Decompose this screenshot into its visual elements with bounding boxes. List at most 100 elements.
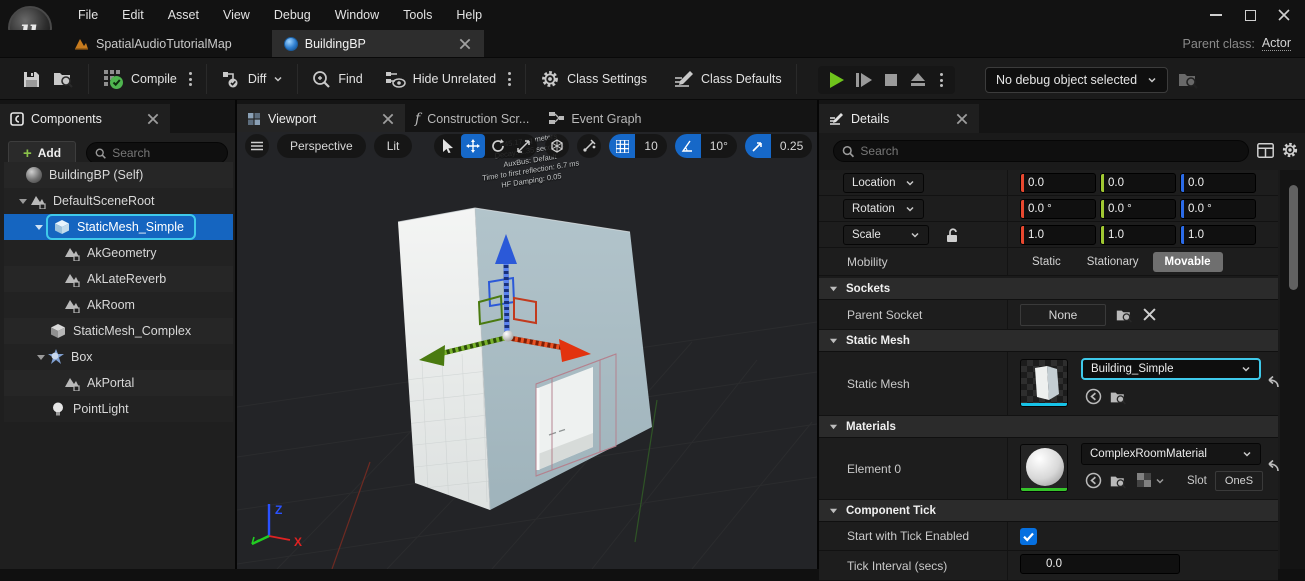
menu-help[interactable]: Help	[444, 0, 494, 30]
tree-row-pointlight[interactable]: PointLight	[4, 396, 233, 422]
components-search-input[interactable]	[112, 146, 219, 160]
details-search-input[interactable]	[860, 144, 1240, 158]
details-settings-gear-icon[interactable]	[1281, 141, 1299, 159]
rotation-x-field[interactable]: 0.0 °	[1020, 199, 1096, 219]
material-asset-dropdown[interactable]: ComplexRoomMaterial	[1081, 443, 1261, 465]
display-filter-icon[interactable]	[1257, 143, 1274, 158]
menu-tools[interactable]: Tools	[391, 0, 444, 30]
rotate-tool-button[interactable]	[486, 134, 510, 158]
menu-asset[interactable]: Asset	[156, 0, 211, 30]
use-selected-asset-icon[interactable]	[1085, 388, 1102, 405]
rotation-snap-control[interactable]: 10°	[675, 134, 737, 158]
expand-arrow-icon[interactable]	[34, 222, 44, 232]
socket-browse-icon[interactable]	[1116, 307, 1133, 324]
tree-row-staticmesh-simple[interactable]: StaticMesh_Simple	[4, 214, 233, 240]
tree-row-akportal[interactable]: AkPortal	[4, 370, 233, 396]
tab-buildingbp[interactable]: BuildingBP	[272, 30, 484, 57]
location-x-field[interactable]: 0.0	[1020, 173, 1096, 193]
tab-spatial-audio-tutorial-map[interactable]: SpatialAudioTutorialMap	[62, 30, 244, 57]
use-selected-asset-icon[interactable]	[1085, 472, 1102, 489]
tree-row-box[interactable]: Box	[4, 344, 233, 370]
material-thumbnail[interactable]	[1020, 444, 1068, 492]
reset-to-default-icon[interactable]	[1265, 376, 1280, 390]
move-tool-button[interactable]	[461, 134, 485, 158]
scale-y-field[interactable]: 1.0	[1100, 225, 1176, 245]
slot-name-field[interactable]: OneS	[1215, 471, 1263, 491]
location-z-field[interactable]: 0.0	[1180, 173, 1256, 193]
tick-enabled-checkbox[interactable]	[1020, 528, 1037, 545]
tick-interval-field[interactable]: 0.0	[1020, 554, 1180, 574]
browse-to-asset-icon[interactable]	[1110, 389, 1127, 406]
rotation-dropdown[interactable]: Rotation	[843, 199, 924, 219]
expand-arrow-icon[interactable]	[36, 352, 46, 362]
event-graph-tab[interactable]: Event Graph	[539, 104, 651, 133]
close-icon[interactable]	[1267, 2, 1301, 28]
hide-unrelated-button[interactable]: Hide Unrelated	[379, 64, 502, 94]
rotation-y-field[interactable]: 0.0 °	[1100, 199, 1176, 219]
menu-view[interactable]: View	[211, 0, 262, 30]
close-tab-icon[interactable]	[381, 112, 395, 126]
diff-button[interactable]: Diff	[215, 64, 290, 94]
tree-row-akgeometry[interactable]: AkGeometry	[4, 240, 233, 266]
minimize-icon[interactable]	[1199, 2, 1233, 28]
chevron-down-icon[interactable]	[1155, 476, 1165, 486]
component-tick-section-header[interactable]: Component Tick	[819, 500, 1278, 522]
frame-skip-button[interactable]	[852, 69, 876, 91]
construction-script-tab[interactable]: f Construction Scr...	[405, 104, 539, 133]
viewport-options-menu-button[interactable]	[245, 134, 269, 158]
rotation-z-field[interactable]: 0.0 °	[1180, 199, 1256, 219]
close-tab-icon[interactable]	[458, 37, 472, 51]
play-button[interactable]	[824, 69, 848, 91]
debug-browse-icon[interactable]	[1178, 71, 1199, 89]
tree-row-aklatereverb[interactable]: AkLateReverb	[4, 266, 233, 292]
details-panel-tab[interactable]: Details	[819, 104, 979, 133]
menu-edit[interactable]: Edit	[110, 0, 156, 30]
compile-options-kebab[interactable]	[183, 72, 198, 86]
menu-file[interactable]: File	[66, 0, 110, 30]
mobility-stationary-button[interactable]: Stationary	[1075, 252, 1151, 272]
materials-section-header[interactable]: Materials	[819, 416, 1278, 438]
static-mesh-thumbnail[interactable]	[1020, 359, 1068, 407]
play-options-kebab[interactable]	[934, 73, 949, 87]
select-tool-button[interactable]	[436, 134, 460, 158]
sockets-section-header[interactable]: Sockets	[819, 278, 1278, 300]
scale-snap-control[interactable]: 0.25	[745, 134, 812, 158]
static-mesh-section-header[interactable]: Static Mesh	[819, 330, 1278, 352]
eject-button[interactable]	[906, 69, 930, 91]
gizmo-center-handle[interactable]	[503, 331, 514, 342]
lit-button[interactable]: Lit	[374, 134, 413, 158]
scale-lock-icon[interactable]	[945, 228, 959, 243]
scale-dropdown[interactable]: Scale	[843, 225, 929, 245]
debug-object-dropdown[interactable]: No debug object selected	[985, 67, 1168, 93]
scale-tool-button[interactable]	[511, 134, 535, 158]
scale-z-field[interactable]: 1.0	[1180, 225, 1256, 245]
tree-row-buildingbp[interactable]: BuildingBP (Self)	[4, 162, 233, 188]
menu-debug[interactable]: Debug	[262, 0, 323, 30]
socket-clear-icon[interactable]	[1143, 308, 1156, 321]
reset-to-default-icon[interactable]	[1265, 460, 1280, 474]
hide-unrelated-kebab[interactable]	[502, 72, 517, 86]
mobility-static-button[interactable]: Static	[1020, 252, 1073, 272]
tree-row-defaultsceneroot[interactable]: DefaultSceneRoot	[4, 188, 233, 214]
viewport-canvas[interactable]: Z X 445.17 sq meters Decay: 1.35 seconds…	[237, 132, 817, 569]
location-y-field[interactable]: 0.0	[1100, 173, 1176, 193]
find-button[interactable]: Find	[306, 64, 368, 94]
perspective-button[interactable]: Perspective	[277, 134, 366, 158]
coordinate-space-button[interactable]	[545, 134, 569, 158]
expand-arrow-icon[interactable]	[18, 196, 28, 206]
close-panel-icon[interactable]	[146, 112, 160, 126]
class-settings-button[interactable]: Class Settings	[534, 64, 653, 94]
location-dropdown[interactable]: Location	[843, 173, 924, 193]
browse-asset-button[interactable]	[47, 64, 80, 94]
details-search[interactable]	[833, 140, 1249, 162]
scale-x-field[interactable]: 1.0	[1020, 225, 1096, 245]
class-defaults-button[interactable]: Class Defaults	[667, 64, 788, 94]
save-button[interactable]	[16, 64, 47, 94]
browse-to-asset-icon[interactable]	[1110, 473, 1127, 490]
tree-row-akroom[interactable]: AkRoom	[4, 292, 233, 318]
viewport-tab[interactable]: Viewport	[237, 104, 405, 133]
scrollbar-thumb[interactable]	[1289, 185, 1298, 290]
compile-button[interactable]: Compile	[97, 64, 183, 94]
details-scrollbar[interactable]	[1280, 170, 1305, 569]
texture-preview-icon[interactable]	[1137, 473, 1152, 488]
